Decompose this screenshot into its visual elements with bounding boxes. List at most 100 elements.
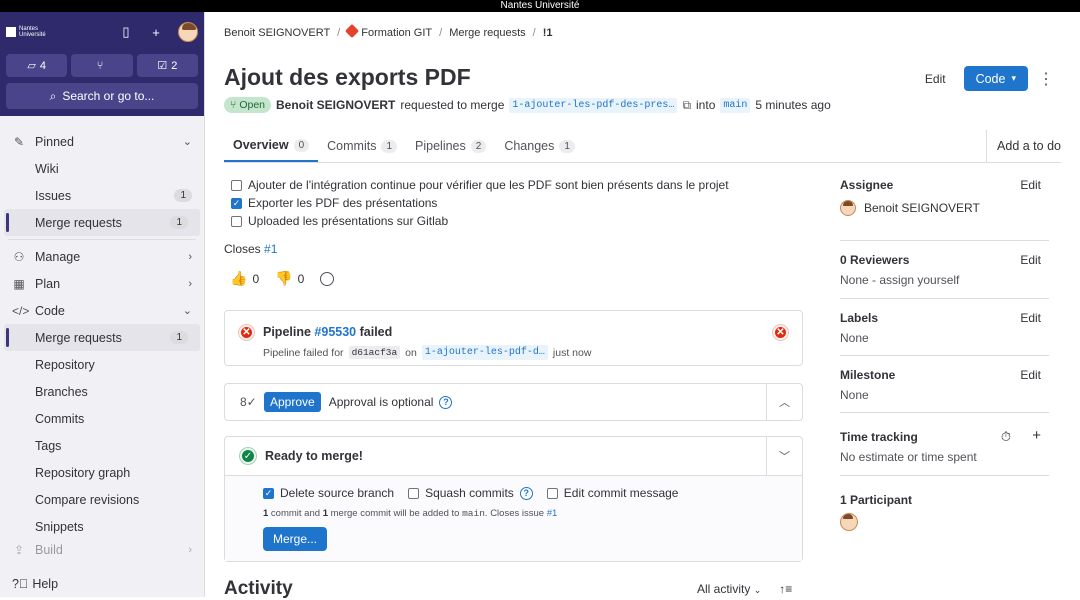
todo-icon: ☑ [157, 60, 168, 72]
sidebar-item-build[interactable]: ⇪ Build › [0, 540, 204, 560]
commit-sha-link[interactable]: d61acf3a [348, 346, 401, 359]
help-button[interactable]: ?⃝ Help [12, 577, 58, 591]
target-branch-link[interactable]: main [720, 97, 751, 113]
breadcrumb-merge-requests[interactable]: Merge requests [449, 27, 525, 39]
main-content: Benoit SEIGNOVERT / Formation GIT / Merg… [206, 12, 1080, 599]
count-badge: 1 [174, 189, 192, 202]
task-item[interactable]: Ajouter de l'intégration continue pour v… [231, 176, 729, 194]
pipeline-status-icon[interactable]: ✕ [773, 325, 788, 340]
edit-assignee-button[interactable]: Edit [1020, 178, 1041, 192]
task-item[interactable]: Uploaded les présentations sur Gitlab [231, 212, 729, 230]
mr-sidebar: Assignee Edit Benoit SEIGNOVERT 0 Review… [840, 172, 1049, 531]
plus-icon[interactable]: + [148, 25, 164, 40]
sidebar-item-repository-graph[interactable]: Repository graph [0, 459, 204, 486]
user-avatar[interactable] [178, 22, 198, 42]
tab-pipelines[interactable]: Pipelines 2 [406, 130, 495, 162]
status-badge: ⑂ Open [224, 97, 271, 113]
time-tracking-section: Time tracking ⏱ + No estimate or time sp… [840, 413, 1049, 476]
sidebar-item-code[interactable]: </> Code ⌄ [0, 297, 204, 324]
chevron-right-icon: › [188, 544, 192, 556]
participants-section: 1 Participant [840, 476, 1049, 531]
chevron-up-icon[interactable]: ︿ [766, 384, 802, 420]
breadcrumb-user[interactable]: Benoit SEIGNOVERT [224, 27, 330, 39]
stopwatch-icon[interactable]: ⏱ [1001, 429, 1011, 445]
sidebar-item-issues[interactable]: Issues 1 [0, 182, 204, 209]
copy-icon[interactable]: ⧉ [682, 98, 691, 113]
help-icon[interactable]: ? [519, 486, 533, 500]
chevron-down-icon[interactable]: ﹀ [766, 437, 802, 475]
brand-logo[interactable]: Nantes Université [6, 22, 50, 42]
edit-labels-button[interactable]: Edit [1020, 311, 1041, 325]
sort-icon[interactable]: ↑≡ [779, 582, 792, 596]
assign-yourself-link[interactable]: None - assign yourself [840, 273, 1049, 287]
todos-counter[interactable]: ☑ 2 [136, 54, 198, 77]
assignee-user[interactable]: Benoit SEIGNOVERT [840, 200, 1049, 216]
sidebar-item-tags[interactable]: Tags [0, 432, 204, 459]
sidebar-item-wiki[interactable]: Wiki [0, 155, 204, 182]
sidebar-item-compare-revisions[interactable]: Compare revisions [0, 486, 204, 513]
chevron-down-icon: ⌄ [182, 136, 192, 148]
sidebar-item-plan[interactable]: ▦ Plan › [0, 270, 204, 297]
edit-button[interactable]: Edit [915, 66, 956, 91]
help-icon[interactable]: ? [439, 395, 453, 409]
pipeline-link[interactable]: #95530 [314, 325, 356, 339]
author-link[interactable]: Benoit SEIGNOVERT [276, 98, 395, 112]
add-todo-button[interactable]: Add a to do [986, 130, 1061, 162]
sidebar-nav: ✎ Pinned ⌄ Wiki Issues 1 Merge requests 1 ⚇ M… [0, 116, 204, 560]
sidebar-item-snippets[interactable]: Snippets [0, 513, 204, 540]
edit-commit-message-checkbox[interactable]: Edit commit message [546, 486, 678, 500]
breadcrumb-project[interactable]: Formation GIT [345, 23, 432, 39]
closes-issue: Closes #1 [224, 242, 278, 256]
merge-button[interactable]: Merge... [263, 527, 328, 551]
calendar-icon: ▦ [13, 276, 25, 291]
issues-counter[interactable]: ▱ 4 [6, 54, 68, 77]
task-item[interactable]: ✓ Exporter les PDF des présentations [231, 194, 729, 212]
activity-filter-dropdown[interactable]: All activity ⌄ [697, 582, 761, 596]
approve-button[interactable]: Approve [264, 392, 321, 412]
sidebar-item-repository[interactable]: Repository [0, 351, 204, 378]
tab-changes[interactable]: Changes 1 [495, 130, 584, 162]
issue-link[interactable]: #1 [264, 242, 277, 256]
participant-avatar[interactable] [840, 513, 858, 531]
task-checkbox[interactable]: ✓ [231, 197, 242, 209]
thumbs-up-button[interactable]: 👍 0 [230, 270, 259, 287]
sidebar-item-branches[interactable]: Branches [0, 378, 204, 405]
sidebar-item-manage[interactable]: ⚇ Manage › [0, 243, 204, 270]
sidebar-item-merge-requests[interactable]: Merge requests 1 [4, 324, 200, 351]
edit-milestone-button[interactable]: Edit [1020, 368, 1041, 382]
breadcrumb: Benoit SEIGNOVERT / Formation GIT / Merg… [224, 23, 553, 39]
task-checkbox[interactable] [231, 215, 242, 227]
sidebar-header: Nantes Université ▯ + ▱ 4 ⑂ ☑ 2 ⌕ Search or… [0, 12, 204, 116]
closes-issue-link[interactable]: #1 [547, 508, 558, 519]
breadcrumb-mr[interactable]: !1 [543, 27, 553, 39]
pipeline-branch-link[interactable]: 1-ajouter-les-pdf-d… [421, 345, 548, 360]
sidebar-item-commits[interactable]: Commits [0, 405, 204, 432]
logo-mark-icon [6, 27, 16, 37]
issues-icon: ▱ [27, 60, 36, 72]
more-actions-icon[interactable]: ⋮ [1036, 69, 1056, 89]
search-button[interactable]: ⌕ Search or go to... [6, 83, 198, 109]
squash-commits-checkbox[interactable]: Squash commits? [408, 486, 533, 500]
merge-requests-counter[interactable]: ⑂ [71, 54, 133, 77]
sidebar-item-pinned[interactable]: ✎ Pinned ⌄ [0, 128, 204, 155]
toggle-sidebar-icon[interactable]: ▯ [118, 24, 134, 40]
window-title: Nantes Université [0, 0, 1080, 12]
count-badge: 1 [170, 331, 188, 344]
source-branch-link[interactable]: 1-ajouter-les-pdf-des-pres… [509, 97, 678, 113]
edit-reviewers-button[interactable]: Edit [1020, 253, 1041, 267]
delete-branch-checkbox[interactable]: ✓ Delete source branch [263, 486, 394, 500]
avatar [840, 200, 856, 216]
add-reaction-icon[interactable] [320, 271, 335, 286]
thumbs-down-button[interactable]: 👎 0 [275, 270, 304, 287]
chevron-down-icon: ⌄ [182, 305, 192, 317]
count-badge: 1 [170, 216, 188, 229]
task-checkbox[interactable] [231, 179, 242, 191]
tab-overview[interactable]: Overview 0 [224, 130, 319, 162]
success-icon: ✓ [240, 448, 256, 464]
assignee-section: Assignee Edit Benoit SEIGNOVERT [840, 172, 1049, 241]
sidebar-item-pinned-merge-requests[interactable]: Merge requests 1 [4, 209, 200, 236]
code-dropdown-button[interactable]: Code ▾ [963, 66, 1028, 91]
merge-widget: ✓ Ready to merge! ﹀ ✓ Delete source branc… [224, 436, 803, 562]
plus-icon[interactable]: + [1032, 427, 1041, 444]
tab-commits[interactable]: Commits 1 [318, 130, 406, 162]
